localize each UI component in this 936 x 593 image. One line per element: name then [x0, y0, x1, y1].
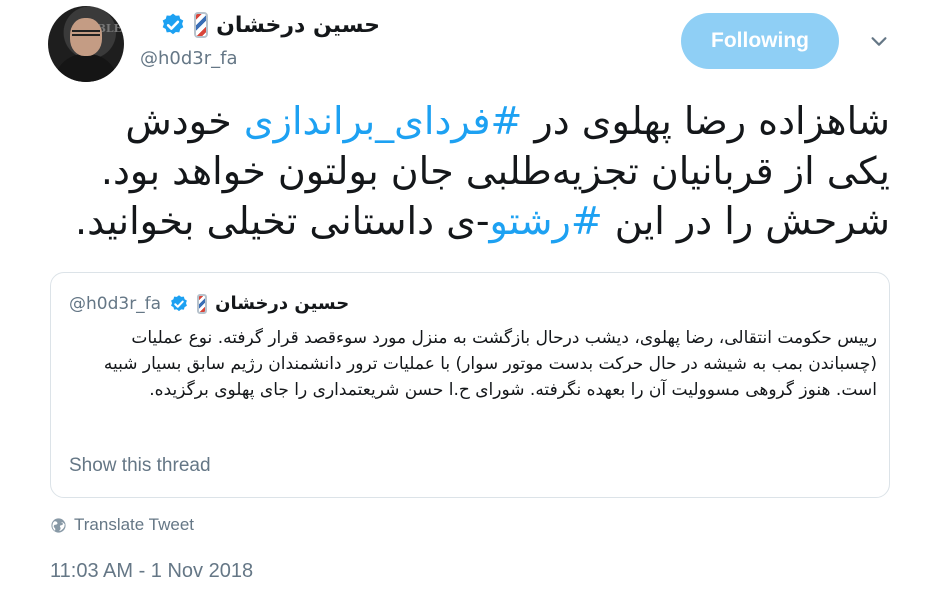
show-thread-link[interactable]: Show this thread: [69, 455, 211, 477]
avatar-glasses: [72, 30, 100, 36]
tweet-line-1-end: خودش: [125, 99, 244, 143]
barber-pole-icon: [194, 12, 209, 38]
quoted-tweet-card[interactable]: حسین درخشان @h0d3r_fa رییس حکومت انتقالی…: [50, 272, 890, 498]
tweet-line-3-end: -ی داستانی تخیلی بخوانید.: [75, 199, 490, 243]
quoted-tweet-header: حسین درخشان @h0d3r_fa: [69, 293, 349, 314]
translate-tweet-label: Translate Tweet: [74, 515, 195, 534]
author-name-row: حسین درخشان: [140, 8, 380, 42]
tweet-line-3: شرحش را در این #رشتو-ی داستانی تخیلی بخو…: [30, 196, 890, 246]
quoted-author-name: حسین درخشان: [215, 293, 350, 314]
tweet-line-2: یکی از قربانیان تجزیه‌طلبی جان بولتون خو…: [100, 149, 890, 193]
tweet-line-1: شاهزاده رضا پهلوی در #فردای_براندازی خود…: [30, 96, 890, 146]
tweet-line-1-start: شاهزاده رضا پهلوی در: [522, 99, 890, 143]
globe-icon: [51, 517, 66, 533]
author-handle[interactable]: @h0d3r_fa: [140, 48, 238, 69]
tweet-header: BLE حسین درخشان @h0d3r_fa Following: [0, 0, 936, 90]
chevron-down-icon[interactable]: [868, 30, 890, 52]
avatar-body: [54, 54, 118, 82]
tweet-timestamp[interactable]: 11:03 AM - 1 Nov 2018: [50, 560, 253, 583]
verified-badge-icon: [171, 294, 188, 311]
avatar[interactable]: BLE: [48, 6, 124, 82]
barber-pole-icon: [197, 293, 208, 314]
quoted-author-handle: @h0d3r_fa: [69, 293, 162, 314]
author-display-name[interactable]: حسین درخشان: [216, 13, 380, 38]
translate-tweet-link[interactable]: Translate Tweet: [50, 515, 194, 535]
tweet-text: شاهزاده رضا پهلوی در #فردای_براندازی خود…: [30, 96, 890, 246]
hashtag-link[interactable]: #فردای_براندازی: [244, 99, 522, 143]
hashtag-link[interactable]: #رشتو: [490, 199, 603, 243]
avatar-face: [70, 18, 102, 56]
following-button[interactable]: Following: [681, 13, 839, 69]
verified-badge-icon: [162, 13, 184, 35]
quoted-tweet-text: رییس حکومت انتقالی، رضا پهلوی، دیشب درحا…: [103, 328, 877, 400]
tweet-line-3-start: شرحش را در این: [602, 199, 890, 243]
